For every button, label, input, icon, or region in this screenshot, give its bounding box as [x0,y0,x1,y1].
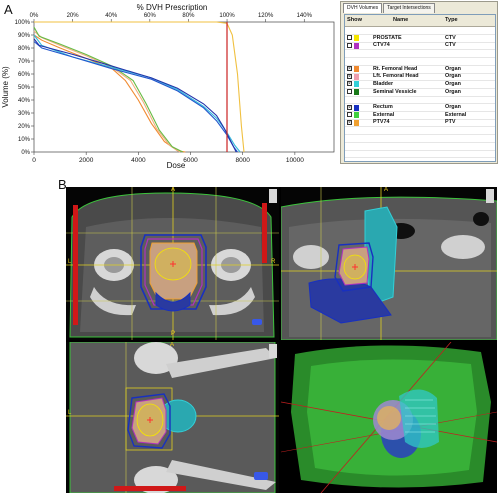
structure-type: Organ [445,88,461,95]
structure-color-swatch [354,42,359,49]
dvh-chart: % DVH Prescription 0% 20% 40% 60% 80% 100% 120… [1,3,335,170]
axial-view[interactable]: A L R P [66,187,279,340]
axial-marker-bottom: P [171,331,176,337]
structure-name: PTV74 [373,119,390,126]
structure-type: External [445,111,467,118]
dvh-volumes-grid: Show Name Type PROSTATE CTV CTV74 CTV × Rt. F… [344,14,496,162]
show-checkbox[interactable] [347,42,352,48]
structure-color-swatch [354,112,359,119]
structure-type: Organ [445,65,461,72]
x-tick-label: 4000 [131,157,146,164]
y-tick-label: 0% [21,150,30,156]
y-tick-label: 90% [18,33,31,39]
structure-color-swatch [354,104,359,111]
y-tick-label: 50% [18,85,31,91]
x-tick-label: 8000 [235,157,250,164]
dvh-plot-area [33,21,335,153]
show-checkbox[interactable] [347,112,352,118]
show-checkbox[interactable]: × [347,104,352,110]
structure-name: Bladder [373,80,394,87]
structure-type: Organ [445,104,461,110]
top-tick-label: 20% [67,13,80,19]
sagittal-marker-top: A [384,187,389,193]
structure-color-swatch [354,66,359,72]
axial-marker-left: L [68,259,72,265]
y-tick-label: 40% [18,98,31,104]
tab-dvh-volumes[interactable]: DVH Volumes [343,3,383,13]
structure-color-swatch [354,119,359,126]
x-tick-label: 2000 [79,157,94,164]
y-tick-label: 100% [15,20,31,26]
dvh-x-axis-label: Dose [167,161,186,170]
structure-name: Lft. Femoral Head [373,73,419,80]
dvh-top-axis-title: % DVH Prescription [137,3,208,12]
structure-name: Rectum [373,104,393,110]
y-tick-label: 30% [18,111,31,117]
table-row[interactable] [345,150,495,159]
ct-image-panel: A L R P A A L [66,187,497,493]
structure-type: Organ [445,80,461,87]
top-tick-label: 120% [258,13,274,19]
structure-color-swatch [354,73,359,80]
show-checkbox[interactable]: × [347,73,352,79]
structure-color-swatch [354,81,359,88]
structure-name: PROSTATE [373,34,402,41]
header-show[interactable]: Show [347,15,362,26]
sagittal-scroll-control[interactable] [486,189,494,203]
grid-header: Show Name Type [345,15,495,27]
coronal-marker-left: L [68,410,72,416]
sagittal-view[interactable]: A [281,187,497,340]
coronal-orientation-icon [254,472,268,480]
show-checkbox[interactable]: × [347,66,352,72]
show-checkbox[interactable]: × [347,119,352,125]
top-tick-label: 0% [30,13,39,19]
show-checkbox[interactable]: × [347,81,352,87]
header-name[interactable]: Name [393,15,408,26]
structure-name: Rt. Femoral Head [373,65,418,72]
show-checkbox[interactable] [347,35,352,41]
structure-type: Organ [445,73,461,80]
y-tick-label: 80% [18,46,31,52]
dvh-y-axis-label: Volume (%) [1,66,10,108]
x-tick-label: 10000 [286,157,304,164]
structure-name: CTV74 [373,42,390,49]
coronal-view[interactable]: A L [66,342,279,493]
coronal-image [66,342,279,493]
y-tick-label: 70% [18,59,31,65]
x-tick-label: 0 [32,157,36,164]
volume-3d-view[interactable] [281,342,497,493]
structure-name: Seminal Vessicle [373,88,417,95]
axial-image [66,187,279,340]
axial-marker-right: R [271,259,276,265]
top-tick-label: 140% [297,13,313,19]
y-tick-label: 60% [18,72,31,78]
volume-3d-image [281,342,497,493]
top-tick-label: 60% [144,13,157,19]
top-tick-label: 80% [182,13,195,19]
tab-target-intersections[interactable]: Target Intersections [383,3,435,13]
coronal-scroll-control[interactable] [269,344,277,358]
structure-color-swatch [354,89,359,96]
header-type[interactable]: Type [445,15,458,26]
dvh-volumes-panel: DVH Volumes Target Intersections Show Na… [340,1,498,164]
structure-type: CTV [445,34,456,41]
x-tick-label: 6000 [183,157,198,164]
structure-type: PTV [445,119,456,126]
structure-type: CTV [445,42,456,49]
y-tick-label: 10% [18,137,31,143]
show-checkbox[interactable] [347,89,352,95]
sagittal-image [281,187,497,340]
structure-name: External [373,111,395,118]
y-tick-label: 20% [18,124,31,130]
coronal-marker-top: A [170,342,175,348]
structure-color-swatch [354,35,359,42]
top-tick-label: 100% [219,13,235,19]
axial-marker-top: A [171,187,176,193]
axial-orientation-icon [252,319,262,325]
axial-scroll-control[interactable] [269,189,277,203]
top-tick-label: 40% [105,13,118,19]
